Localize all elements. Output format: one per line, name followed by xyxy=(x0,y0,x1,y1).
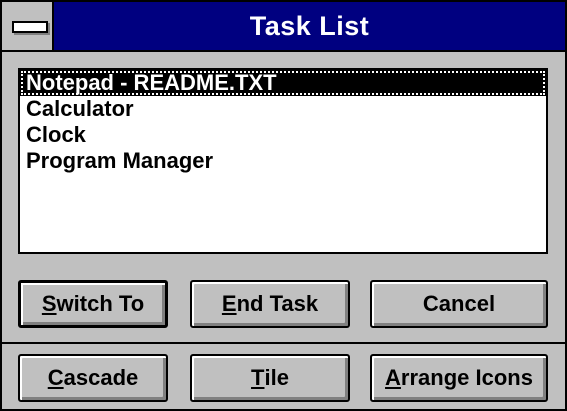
end-task-button[interactable]: End Task xyxy=(190,280,350,328)
end-task-mnemonic: E xyxy=(221,291,237,316)
cascade-label: ascade xyxy=(63,365,139,390)
list-item[interactable]: Program Manager xyxy=(20,148,546,174)
list-item[interactable]: Notepad - README.TXT xyxy=(20,70,546,96)
system-menu-button[interactable] xyxy=(2,2,54,50)
title-bar[interactable]: Task List xyxy=(2,2,565,52)
window-title: Task List xyxy=(249,11,370,41)
cascade-button[interactable]: Cascade xyxy=(18,354,168,402)
list-item[interactable]: Clock xyxy=(20,122,546,148)
cancel-label: Cancel xyxy=(422,291,496,316)
system-menu-icon xyxy=(12,21,48,33)
switch-to-button[interactable]: Switch To xyxy=(18,280,168,328)
cancel-button[interactable]: Cancel xyxy=(370,280,548,328)
tile-button[interactable]: Tile xyxy=(190,354,350,402)
arrange-icons-button[interactable]: Arrange Icons xyxy=(370,354,548,402)
switch-to-label: witch To xyxy=(56,291,145,316)
arrange-icons-label: rrange Icons xyxy=(400,365,533,390)
button-divider xyxy=(2,342,565,344)
cascade-mnemonic: C xyxy=(47,365,64,390)
switch-to-mnemonic: S xyxy=(41,291,57,316)
list-item[interactable]: Calculator xyxy=(20,96,546,122)
end-task-label: nd Task xyxy=(236,291,319,316)
arrange-icons-mnemonic: A xyxy=(385,365,401,390)
task-listbox[interactable]: Notepad - README.TXT Calculator Clock Pr… xyxy=(18,68,548,254)
tile-mnemonic: T xyxy=(251,365,265,390)
task-list-window: Task List Notepad - README.TXT Calculato… xyxy=(0,0,567,411)
tile-label: ile xyxy=(264,365,289,390)
